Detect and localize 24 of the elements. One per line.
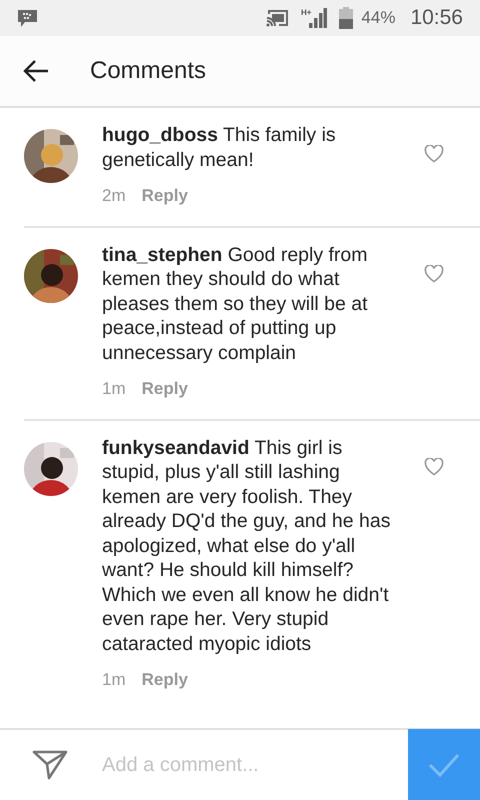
battery-percent: 44% bbox=[361, 7, 396, 30]
comment-input[interactable]: Add a comment... bbox=[102, 750, 408, 780]
comment-time: 2m bbox=[102, 185, 126, 207]
reply-button[interactable]: Reply bbox=[142, 667, 188, 692]
page-title: Comments bbox=[90, 56, 206, 86]
cast-icon bbox=[266, 9, 289, 27]
reply-button[interactable]: Reply bbox=[142, 183, 188, 208]
comment-time: 1m bbox=[102, 378, 126, 400]
chat-icon bbox=[17, 8, 38, 28]
comment-text: funkyseandavid This girl is stupid, plus y'all still lashing kemen are very foolish. They already DQ'd the guy, and he has apologized, what else do y'all want? He should kill himself? Which we even all know he didn't even rape her. Very stupid cataracted myopic idiots bbox=[102, 436, 392, 656]
comment-text: hugo_dboss This family is genetically mean! bbox=[102, 123, 337, 172]
clock-time: 10:56 bbox=[410, 5, 463, 32]
send-icon[interactable] bbox=[32, 749, 68, 781]
post-button[interactable] bbox=[408, 729, 480, 800]
heart-icon[interactable] bbox=[424, 264, 444, 282]
reply-button[interactable]: Reply bbox=[142, 376, 188, 402]
heart-icon[interactable] bbox=[424, 145, 444, 163]
back-arrow-icon bbox=[23, 60, 49, 82]
check-icon bbox=[428, 753, 460, 777]
comment-time: 1m bbox=[102, 669, 126, 691]
network-type: H+ bbox=[300, 7, 312, 19]
battery-icon bbox=[339, 7, 354, 29]
heart-icon[interactable] bbox=[424, 458, 444, 476]
comment-text: tina_stephen Good reply from kemen they should do what pleases them so they will be at peace,instead of putting up unnecessary complain bbox=[102, 242, 369, 365]
